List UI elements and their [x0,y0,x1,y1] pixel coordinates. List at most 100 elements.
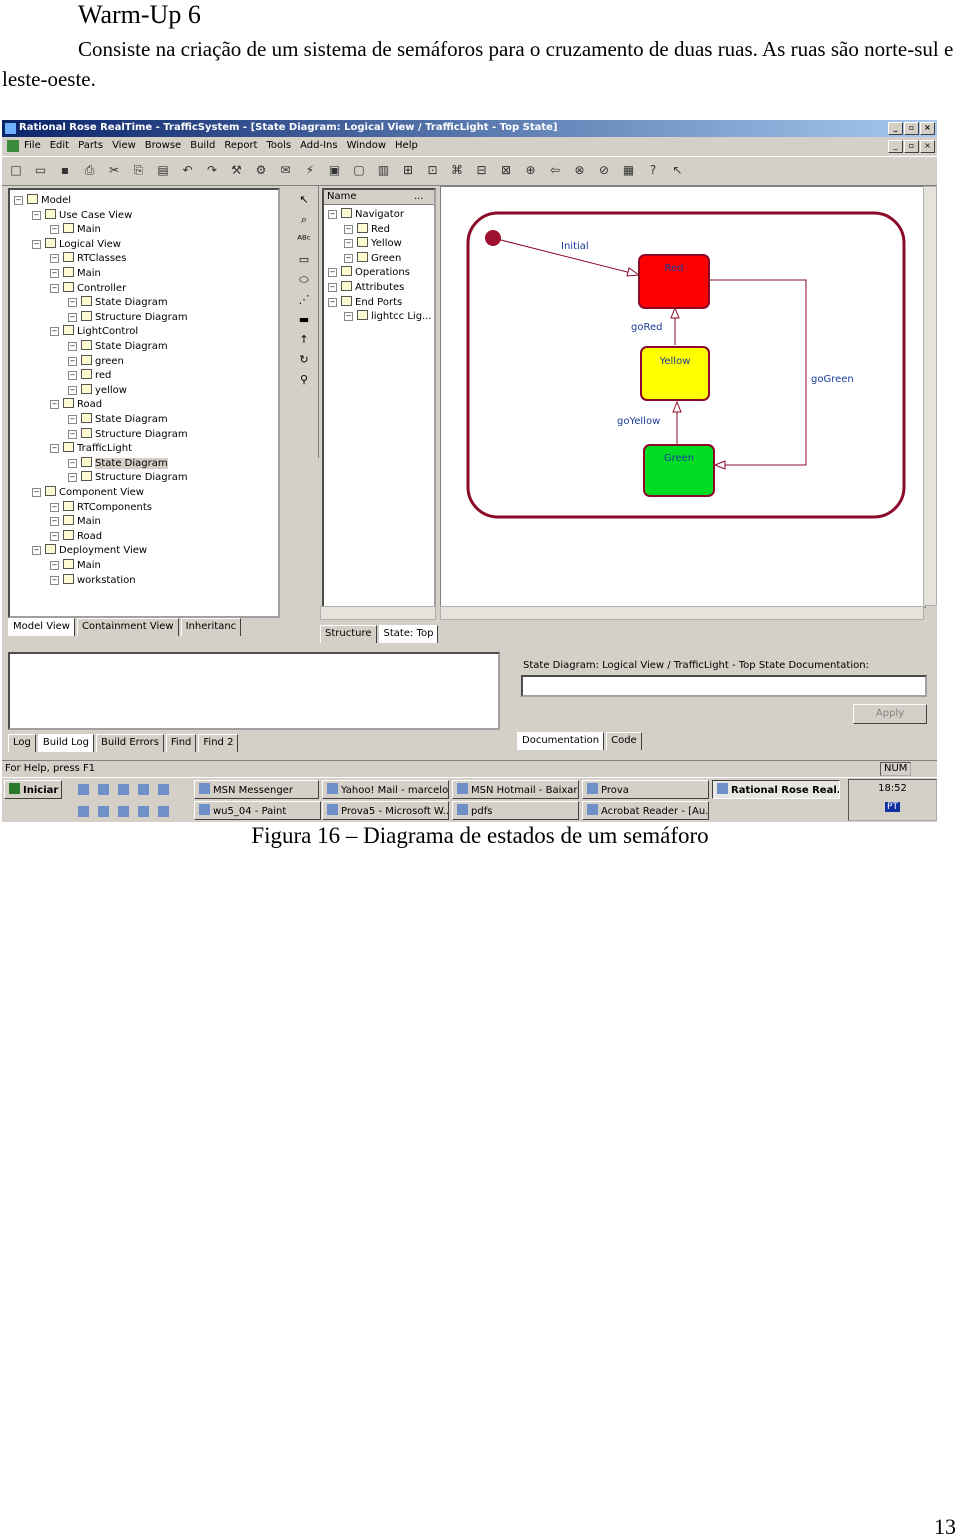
open-icon[interactable]: ▭ [33,162,49,178]
tree-item[interactable]: − Use Case View [32,208,132,222]
initial-point[interactable] [485,230,501,246]
context-help-icon[interactable]: ↖ [670,162,686,178]
expand-toggle-icon[interactable]: − [68,473,77,483]
tree-item[interactable]: − green [68,354,124,368]
quick-launch-icon[interactable] [78,784,89,795]
zoomin-icon[interactable]: ⊗ [572,162,588,178]
language-indicator[interactable]: PT [885,802,900,812]
child-restore-button[interactable]: ▫ [904,140,919,153]
menu-file[interactable]: File [24,140,41,151]
expand-toggle-icon[interactable]: − [68,371,77,381]
taskbar-button[interactable]: Prova5 - Microsoft W... [322,801,449,820]
expand-toggle-icon[interactable]: − [50,225,59,235]
expand-toggle-icon[interactable]: − [68,415,77,424]
tree-item[interactable]: − Main [50,559,101,572]
menu-build[interactable]: Build [190,140,215,151]
zoomout-icon[interactable]: ⊘ [596,162,612,178]
menu-edit[interactable]: Edit [50,140,69,151]
log-tab[interactable]: Find [165,734,197,752]
navigator-item[interactable]: − Attributes [328,281,404,294]
taskbar-button[interactable]: Yahoo! Mail - marcelo... [322,780,449,799]
choice-tool-icon[interactable]: ▬ [296,312,312,328]
mail-icon[interactable]: ✉ [278,162,294,178]
taskbar-button[interactable]: wu5_04 - Paint [194,801,321,820]
expand-toggle-icon[interactable]: − [328,268,337,278]
more-button[interactable]: ... [414,191,424,202]
tree-item[interactable]: − Main [50,223,101,236]
expand-toggle-icon[interactable]: − [68,342,77,351]
transition-tool-icon[interactable]: ⋰ [296,292,312,308]
quick-launch-icon[interactable] [98,784,109,795]
undo-icon[interactable]: ↶ [180,162,196,178]
expand-toggle-icon[interactable]: − [328,297,337,307]
paste-icon[interactable]: ▤ [155,162,171,178]
tree-item[interactable]: − Road [50,529,102,543]
navigator-item[interactable]: − Red [344,222,390,236]
menu-view[interactable]: View [112,140,136,151]
tree-item[interactable]: − RTClasses [50,252,126,265]
state-tool-icon[interactable]: ⬭ [296,272,312,288]
expand-toggle-icon[interactable]: − [68,298,77,308]
expand-toggle-icon[interactable]: − [50,269,59,278]
menu-browse[interactable]: Browse [145,140,181,151]
selector-tool-icon[interactable]: ↖ [296,192,312,208]
log-tab[interactable]: Build Errors [96,734,164,752]
expand-toggle-icon[interactable]: − [68,458,77,468]
build-icon[interactable]: ⚒ [229,162,245,178]
taskbar-button[interactable]: MSN Hotmail - Baixar ... [452,780,579,799]
log-tab[interactable]: Find 2 [198,734,239,752]
tree-item[interactable]: − red [68,369,111,382]
diagram-tab[interactable]: State: Top [378,625,439,643]
quick-launch-icon[interactable] [118,806,129,817]
diagram2-icon[interactable]: ▢ [351,162,367,178]
class-icon[interactable]: ⊡ [425,162,441,178]
tree-item[interactable]: − workstation [50,573,136,587]
navigator-item[interactable]: − End Ports [328,295,402,309]
node2-icon[interactable]: ⊠ [498,162,514,178]
window-titlebar[interactable]: Rational Rose RealTime - TrafficSystem -… [2,120,937,137]
expand-toggle-icon[interactable]: − [32,546,41,556]
tree-item[interactable]: − Structure Diagram [68,427,188,441]
tree-item[interactable]: − Structure Diagram [68,310,188,324]
navigator-header[interactable]: Name ... [324,190,434,205]
log-tab[interactable]: Build Log [37,734,95,752]
expand-toggle-icon[interactable]: − [50,575,59,585]
bolt-icon[interactable]: ⚡ [302,162,318,178]
state-diagram-canvas[interactable]: Red Yellow Green Initial goRed goYellow … [440,186,926,608]
quick-launch-icon[interactable] [78,806,89,817]
expand-toggle-icon[interactable]: − [68,429,77,439]
fit-icon[interactable]: ▦ [621,162,637,178]
copy-icon[interactable]: ⎘ [131,162,147,178]
tree-item[interactable]: − State Diagram [68,340,168,353]
tree-item[interactable]: − Structure Diagram [68,471,188,484]
tree-item[interactable]: − Controller [50,281,126,295]
expand-toggle-icon[interactable]: − [50,444,59,454]
start-button[interactable]: Iniciar [4,780,62,799]
new-icon[interactable]: □ [8,162,24,178]
canvas-hscroll[interactable] [440,606,924,620]
tree-item[interactable]: − Road [50,398,102,411]
quick-launch-icon[interactable] [118,784,129,795]
navigator-item[interactable]: − Green [344,251,401,265]
quick-launch-icon[interactable] [138,806,149,817]
expand-toggle-icon[interactable]: − [50,400,59,410]
tree-item[interactable]: − yellow [68,383,127,397]
quick-launch-icon[interactable] [138,784,149,795]
close-button[interactable]: × [920,122,935,135]
back-icon[interactable]: ⇦ [547,162,563,178]
minimize-button[interactable]: _ [888,122,903,135]
tree-item[interactable]: − Logical View [32,237,121,251]
apply-button[interactable]: Apply [853,704,927,724]
tree-item[interactable]: − LightControl [50,325,138,338]
navigator-item[interactable]: − Navigator [328,208,404,221]
print-icon[interactable]: ⎙ [82,162,98,178]
expand-toggle-icon[interactable]: − [344,253,353,263]
quick-launch-icon[interactable] [158,784,169,795]
expand-toggle-icon[interactable]: − [344,239,353,249]
menu-report[interactable]: Report [224,140,257,151]
doc-tab[interactable]: Code [606,732,642,750]
expand-toggle-icon[interactable]: − [344,312,353,322]
expand-toggle-icon[interactable]: − [328,283,337,292]
tree-view-tab[interactable]: Containment View [76,618,179,636]
diagram1-icon[interactable]: ▣ [327,162,343,178]
